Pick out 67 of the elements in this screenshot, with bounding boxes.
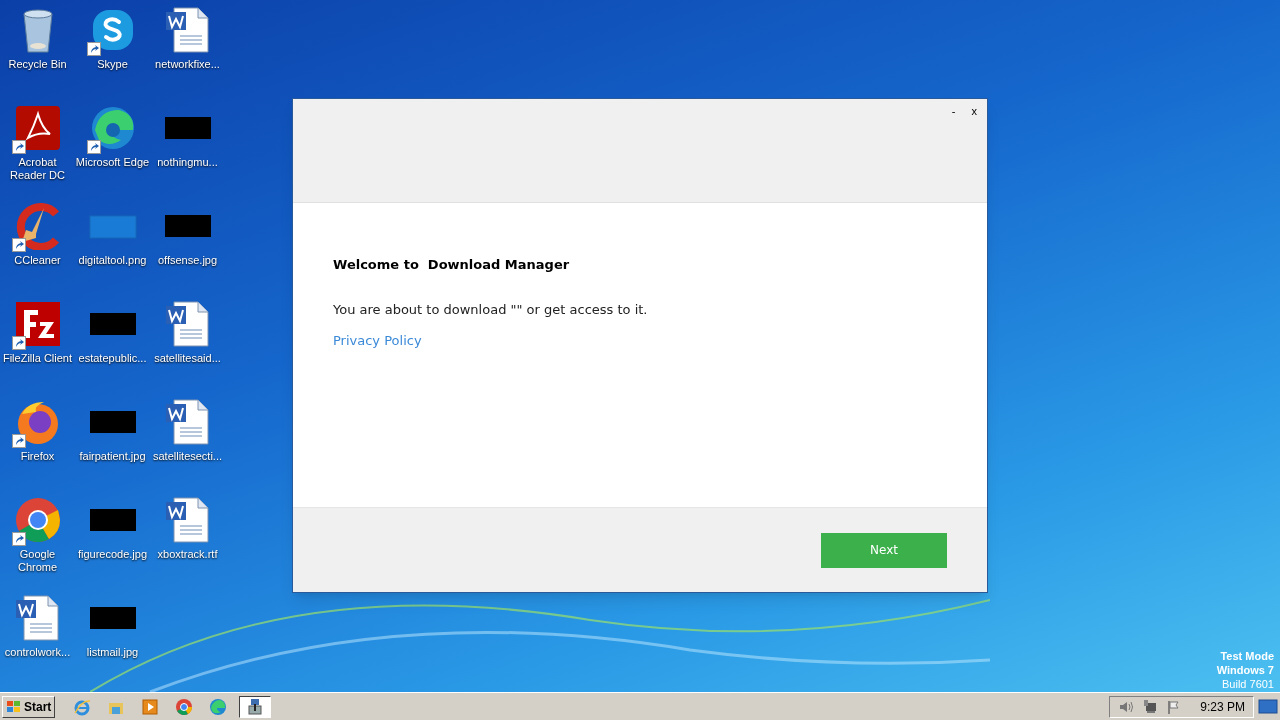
desktop-icon[interactable]: Firefox <box>0 392 75 490</box>
windows-logo-icon <box>6 699 22 714</box>
desktop-icon-label: Firefox <box>19 450 56 463</box>
desktop-icon-label: offsense.jpg <box>156 254 219 267</box>
document-icon <box>163 6 212 54</box>
desktop-icon-label: estatepublic... <box>77 352 148 365</box>
installer-icon <box>246 697 265 716</box>
desktop-icon-label: figurecode.jpg <box>76 548 149 561</box>
desktop-icon[interactable]: CCleaner <box>0 196 75 294</box>
desktop-icon[interactable]: Google Chrome <box>0 490 75 588</box>
desktop-icon[interactable]: networkfixe... <box>150 0 225 98</box>
desktop-icon[interactable]: listmail.jpg <box>75 588 150 686</box>
desktop-icon-label: Google Chrome <box>16 548 59 574</box>
desktop-icon-label: satellitesaid... <box>153 352 222 365</box>
document-icon <box>163 398 212 446</box>
ie-browser-icon <box>73 697 92 716</box>
os-watermark-text: Build 7601 <box>1222 677 1274 691</box>
desktop-icon-label: Recycle Bin <box>7 58 68 71</box>
start-button[interactable]: Start <box>2 695 56 718</box>
privacy-policy-link[interactable]: Privacy Policy <box>333 331 422 351</box>
desktop-icon-label: fairpatient.jpg <box>78 450 147 463</box>
browser-wave-icon <box>209 697 228 716</box>
desktop-icon[interactable]: Acrobat Reader DC <box>0 98 75 196</box>
desktop-icon-label: controlwork... <box>3 646 72 659</box>
desktop-icon-label: digitaltool.png <box>77 254 148 267</box>
desktop-icon-label: Acrobat Reader DC <box>9 156 66 182</box>
taskbar-app-button[interactable] <box>239 695 272 718</box>
os-watermark-text: Windows 7 <box>1216 663 1274 677</box>
media-player-icon <box>141 697 160 716</box>
desktop-icon-label: satellitesecti... <box>151 450 224 463</box>
desktop-icon[interactable]: digitaltool.png <box>75 196 150 294</box>
clock: 9:23 PM <box>1200 698 1245 716</box>
pdf-reader-icon <box>13 104 62 152</box>
desktop-icon-label: CCleaner <box>13 254 62 267</box>
desktop-icon-label: nothingmu... <box>156 156 219 169</box>
minimize-button[interactable]: - <box>949 103 958 120</box>
desktop-icon[interactable]: figurecode.jpg <box>75 490 150 588</box>
download-message: You are about to download "" or get access to it. <box>333 300 649 319</box>
desktop-icon[interactable]: nothingmu... <box>150 98 225 196</box>
desktop-icon[interactable]: Skype <box>75 0 150 98</box>
desktop-icon-label: Skype <box>96 58 129 71</box>
desktop-icon-label: networkfixe... <box>154 58 221 71</box>
desktop-icon[interactable]: Microsoft Edge <box>75 98 150 196</box>
show-desktop-icon[interactable] <box>1258 697 1278 716</box>
welcome-heading: Welcome to Download Manager <box>333 256 571 274</box>
document-icon <box>163 496 212 544</box>
desktop-icon[interactable]: satellitesaid... <box>150 294 225 392</box>
chrome-icon <box>13 496 62 544</box>
desktop-icon[interactable]: fairpatient.jpg <box>75 392 150 490</box>
desktop-icon[interactable]: Recycle Bin <box>0 0 75 98</box>
desktop-icon-label: xboxtrack.rtf <box>156 548 219 561</box>
filezilla-icon <box>13 300 62 348</box>
document-icon <box>163 300 212 348</box>
document-icon <box>13 594 62 642</box>
desktop-icon-label: FileZilla Client <box>1 352 74 365</box>
close-button[interactable]: x <box>969 103 979 120</box>
desktop-icon[interactable]: satellitesecti... <box>150 392 225 490</box>
desktop-icon[interactable]: FileZilla Client <box>0 294 75 392</box>
desktop-icon-label: Microsoft Edge <box>75 156 150 169</box>
os-watermark-text: Test Mode <box>1220 649 1274 663</box>
desktop-icon[interactable]: offsense.jpg <box>150 196 225 294</box>
desktop-icon[interactable]: controlwork... <box>0 588 75 686</box>
chrome-icon <box>175 697 194 716</box>
desktop-icon[interactable]: xboxtrack.rtf <box>150 490 225 588</box>
network-icon <box>1142 698 1159 715</box>
desktop-icon[interactable]: estatepublic... <box>75 294 150 392</box>
desktop-icon-label: listmail.jpg <box>85 646 140 659</box>
